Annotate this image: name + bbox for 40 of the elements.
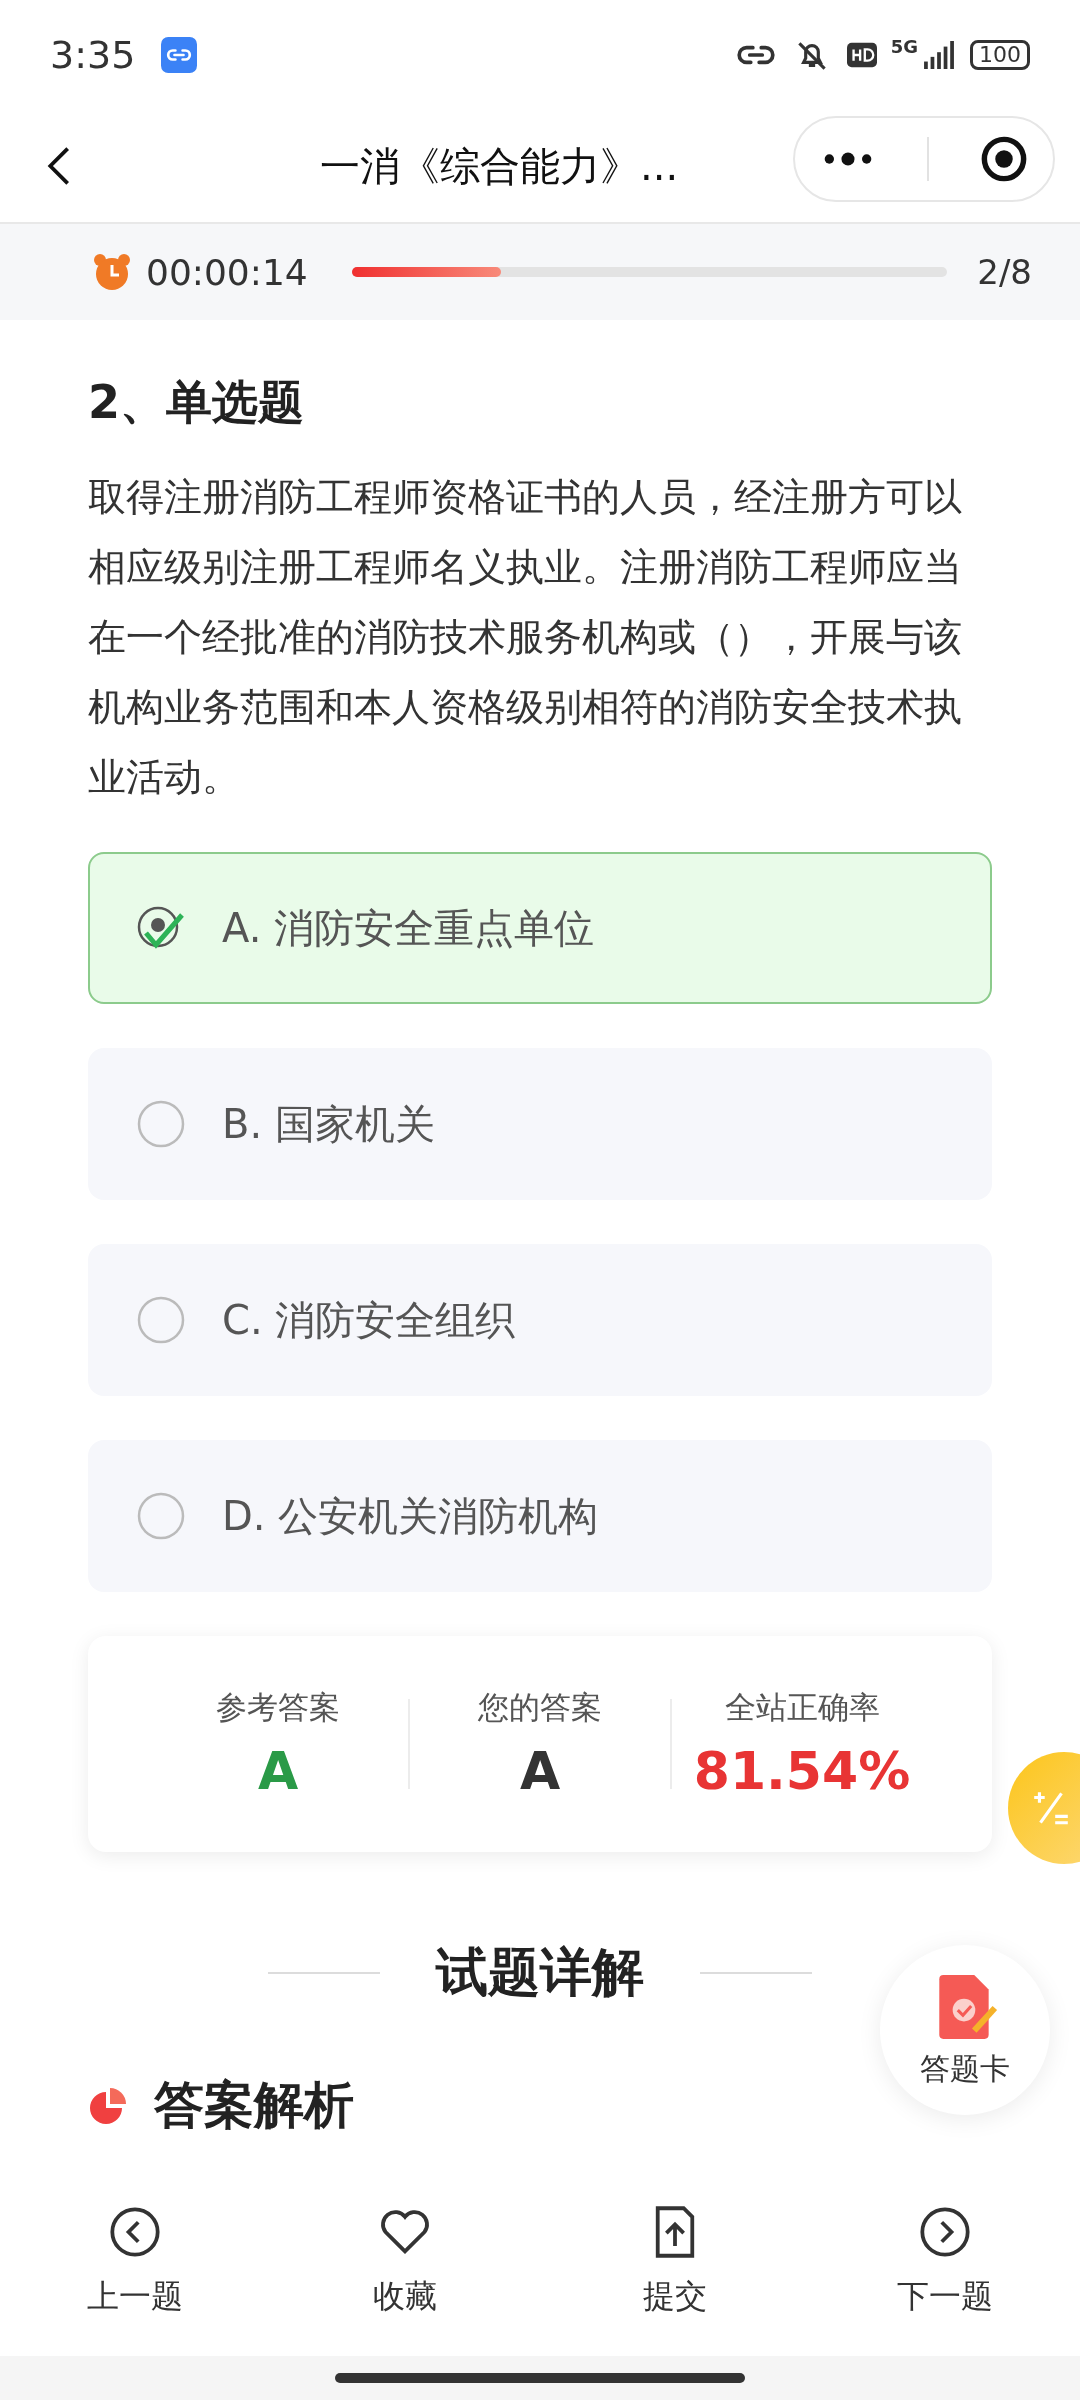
section-heading: 试题详解 (436, 1941, 644, 2004)
battery-indicator: 100 (970, 40, 1030, 70)
stat-label: 全站正确率 (724, 1688, 880, 1727)
bottom-nav-item[interactable]: 下一题 (870, 2205, 1020, 2319)
timer-text: 00:00:14 (146, 251, 308, 293)
signal-icon (922, 41, 956, 69)
question-counter: 2/8 (977, 252, 1032, 292)
analysis-heading: 答案解析 (154, 2075, 354, 2136)
bottom-nav-item[interactable]: 提交 (600, 2205, 750, 2319)
bottom-nav-item[interactable]: 上一题 (60, 2205, 210, 2319)
option-label: D. 公安机关消防机构 (222, 1491, 599, 1541)
answer-option[interactable]: B. 国家机关 (88, 1048, 992, 1200)
question-type-heading: 2、单选题 (88, 374, 305, 431)
status-time: 3:35 (50, 33, 136, 77)
page-title: 一消《综合能力》... (320, 141, 679, 191)
network-label: 5G (890, 36, 918, 57)
previous-icon (108, 2205, 162, 2259)
stat-value: A (257, 1741, 299, 1801)
stat-label: 参考答案 (216, 1688, 340, 1727)
radio-icon (136, 1099, 186, 1149)
pie-chart-icon (88, 2085, 128, 2126)
link-app-icon (161, 37, 198, 73)
answer-option[interactable]: D. 公安机关消防机构 (88, 1440, 992, 1592)
option-label: B. 国家机关 (222, 1099, 435, 1149)
option-label: C. 消防安全组织 (222, 1295, 516, 1345)
next-icon (918, 2205, 972, 2259)
answer-card-button[interactable]: 答题卡 (880, 1945, 1050, 2115)
question-text: 取得注册消防工程师资格证书的人员，经注册方可以相应级别注册工程师名义执业。注册消防工程师应当在一个经批准的消防技术服务机构或（），开展与该机构业务范围和本人资格级别相符的消防安全技术执业活动。 (88, 474, 963, 801)
answer-option[interactable]: C. 消防安全组织 (88, 1244, 992, 1396)
option-label: A. 消防安全重点单位 (222, 903, 595, 953)
hd-icon (846, 42, 877, 68)
stat-value: A (519, 1741, 561, 1801)
stat-value: 81.54% (693, 1741, 911, 1801)
radio-icon (136, 1491, 186, 1541)
radio-icon (136, 1295, 186, 1345)
close-target-icon[interactable] (979, 135, 1028, 183)
answer-option[interactable]: A. 消防安全重点单位 (88, 852, 992, 1004)
alarm-clock-icon (92, 252, 132, 292)
stat-label: 您的答案 (478, 1688, 602, 1727)
bottom-nav-item[interactable]: 收藏 (330, 2205, 480, 2319)
